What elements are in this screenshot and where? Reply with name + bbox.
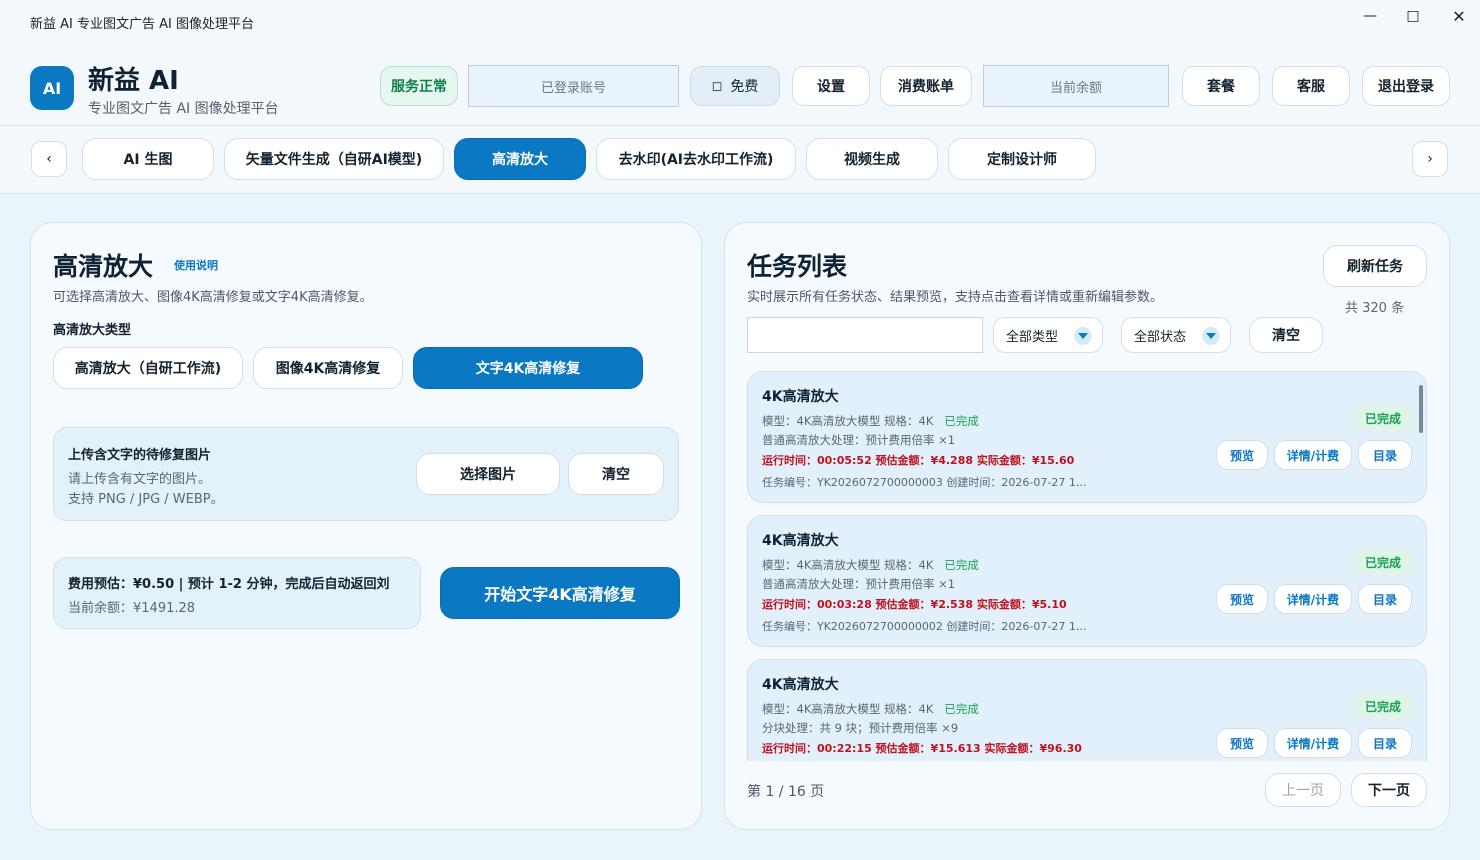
detail-button[interactable]: 详情/计费 [1274,728,1352,758]
logo: AI [30,66,74,110]
upload-card: 上传含文字的待修复图片 请上传含有文字的图片。 支持 PNG / JPG / W… [53,427,679,521]
task-cost: 运行时间：00:22:15 预估金额：¥15.613 实际金额：¥96.30 [762,742,1082,755]
box-icon: ◻ [711,78,723,94]
status-filter-select[interactable]: 全部状态 [1121,317,1231,353]
task-list-title: 任务列表 [747,252,848,281]
task-cost: 运行时间：00:03:28 预估金额：¥2.538 实际金额：¥5.10 [762,598,1067,611]
brand-name: 新益 AI [88,66,179,96]
type-option-text-4k[interactable]: 文字4K高清修复 [413,347,643,389]
task-status-text: 已完成 [944,414,979,428]
type-filter-select[interactable]: 全部类型 [993,317,1103,353]
support-button[interactable]: 客服 [1272,66,1350,106]
minimize-icon[interactable]: — [1347,4,1393,28]
package-button[interactable]: 套餐 [1182,66,1260,106]
task-list-panel: 任务列表 实时展示所有任务状态、结果预览，支持点击查看详情或重新编辑参数。 刷新… [724,222,1450,830]
folder-button[interactable]: 目录 [1358,584,1412,614]
tab-vector-file[interactable]: 矢量文件生成（自研AI模型) [224,138,444,180]
app-header: AI 新益 AI 专业图文广告 AI 图像处理平台 服务正常 已登录账号 ◻ 免… [0,46,1480,126]
task-name: 4K高清放大 [762,533,839,549]
service-status-badge: 服务正常 [380,66,458,106]
status-badge: 已完成 [1354,406,1412,430]
billing-button[interactable]: 消费账单 [880,66,972,106]
task-status-text: 已完成 [944,702,979,716]
account-field[interactable]: 已登录账号 [468,65,679,107]
window-title: 新益 AI 专业图文广告 AI 图像处理平台 [30,16,254,32]
preview-button[interactable]: 预览 [1216,440,1268,470]
detail-button[interactable]: 详情/计费 [1274,584,1352,614]
task-card[interactable]: 4K高清放大 模型：4K高清放大模型 规格：4K 已完成 普通高清放大处理：预计… [747,371,1427,503]
tabs-prev-button[interactable]: ‹ [31,141,67,177]
refresh-tasks-button[interactable]: 刷新任务 [1323,245,1427,287]
preview-button[interactable]: 预览 [1216,584,1268,614]
next-page-button[interactable]: 下一页 [1351,773,1427,807]
upscale-panel: 高清放大 使用说明 可选择高清放大、图像4K高清修复或文字4K高清修复。 高清放… [30,222,702,830]
type-option-custom[interactable]: 高清放大（自研工作流) [53,347,243,389]
task-meta: 模型：4K高清放大模型 规格：4K 已完成 [762,558,979,572]
folder-button[interactable]: 目录 [1358,728,1412,758]
type-option-image-4k[interactable]: 图像4K高清修复 [253,347,403,389]
type-label: 高清放大类型 [53,323,132,338]
tabs-next-button[interactable]: › [1412,141,1448,177]
clear-filters-button[interactable]: 清空 [1249,317,1323,353]
upload-formats: 支持 PNG / JPG / WEBP。 [68,492,224,507]
upload-title: 上传含文字的待修复图片 [68,448,212,463]
task-meta: 模型：4K高清放大模型 规格：4K 已完成 [762,702,979,716]
title-bar: 新益 AI 专业图文广告 AI 图像处理平台 — □ ✕ [0,0,1480,46]
panel-description: 可选择高清放大、图像4K高清修复或文字4K高清修复。 [53,290,373,305]
tab-watermark-removal[interactable]: 去水印(AI去水印工作流) [596,138,796,180]
task-name: 4K高清放大 [762,677,839,693]
task-name: 4K高清放大 [762,389,839,405]
task-processing: 普通高清放大处理：预计费用倍率 ×1 [762,433,956,447]
task-count: 共 320 条 [1345,301,1405,316]
select-image-button[interactable]: 选择图片 [416,453,560,495]
task-cost: 运行时间：00:05:52 预估金额：¥4.288 实际金额：¥15.60 [762,454,1075,467]
folder-button[interactable]: 目录 [1358,440,1412,470]
task-processing: 分块处理：共 9 块；预计费用倍率 ×9 [762,721,959,735]
current-balance: 当前余额：¥1491.28 [68,601,196,616]
task-list: 4K高清放大 模型：4K高清放大模型 规格：4K 已完成 普通高清放大处理：预计… [747,371,1429,761]
task-meta: 模型：4K高清放大模型 规格：4K 已完成 [762,414,979,428]
cost-estimate: 费用预估：¥0.50 | 预计 1-2 分钟，完成后自动返回刘 [68,577,390,592]
task-processing: 普通高清放大处理：预计费用倍率 ×1 [762,577,956,591]
page-indicator: 第 1 / 16 页 [747,784,825,800]
chevron-down-icon [1074,327,1092,345]
tab-designer[interactable]: 定制设计师 [948,138,1096,180]
status-badge: 已完成 [1354,550,1412,574]
status-badge: 已完成 [1354,694,1412,718]
task-list-scrollbar[interactable] [1419,385,1423,433]
page-title: 高清放大 [53,252,154,281]
chevron-down-icon [1202,327,1220,345]
task-id: 任务编号：YK2026072700000002 创建时间：2026-07-27 … [762,620,1087,633]
task-card[interactable]: 4K高清放大 模型：4K高清放大模型 规格：4K 已完成 分块处理：共 9 块；… [747,659,1427,761]
logout-button[interactable]: 退出登录 [1362,66,1450,106]
preview-button[interactable]: 预览 [1216,728,1268,758]
settings-button[interactable]: 设置 [792,66,870,106]
start-button[interactable]: 开始文字4K高清修复 [440,567,680,619]
task-card[interactable]: 4K高清放大 模型：4K高清放大模型 规格：4K 已完成 普通高清放大处理：预计… [747,515,1427,647]
tab-ai-image[interactable]: AI 生图 [82,138,214,180]
task-search-input[interactable] [747,317,983,353]
cost-card: 费用预估：¥0.50 | 预计 1-2 分钟，完成后自动返回刘 当前余额：¥14… [53,557,421,629]
close-icon[interactable]: ✕ [1436,4,1480,28]
prev-page-button[interactable]: 上一页 [1265,773,1341,807]
maximize-icon[interactable]: □ [1390,4,1436,28]
clear-upload-button[interactable]: 清空 [568,453,664,495]
feature-tabs: ‹ AI 生图 矢量文件生成（自研AI模型) 高清放大 去水印(AI去水印工作流… [0,126,1480,194]
task-id: 任务编号：YK2026072700000003 创建时间：2026-07-27 … [762,476,1087,489]
upload-hint: 请上传含有文字的图片。 [68,472,212,487]
brand-subtitle: 专业图文广告 AI 图像处理平台 [88,101,279,117]
task-list-description: 实时展示所有任务状态、结果预览，支持点击查看详情或重新编辑参数。 [747,290,1164,305]
task-status-text: 已完成 [944,558,979,572]
detail-button[interactable]: 详情/计费 [1274,440,1352,470]
balance-field[interactable]: 当前余额 [983,65,1169,107]
tab-hd-upscale[interactable]: 高清放大 [454,138,586,180]
tab-video[interactable]: 视频生成 [806,138,938,180]
plan-button[interactable]: ◻ 免费 [690,66,780,106]
help-link[interactable]: 使用说明 [174,257,218,273]
